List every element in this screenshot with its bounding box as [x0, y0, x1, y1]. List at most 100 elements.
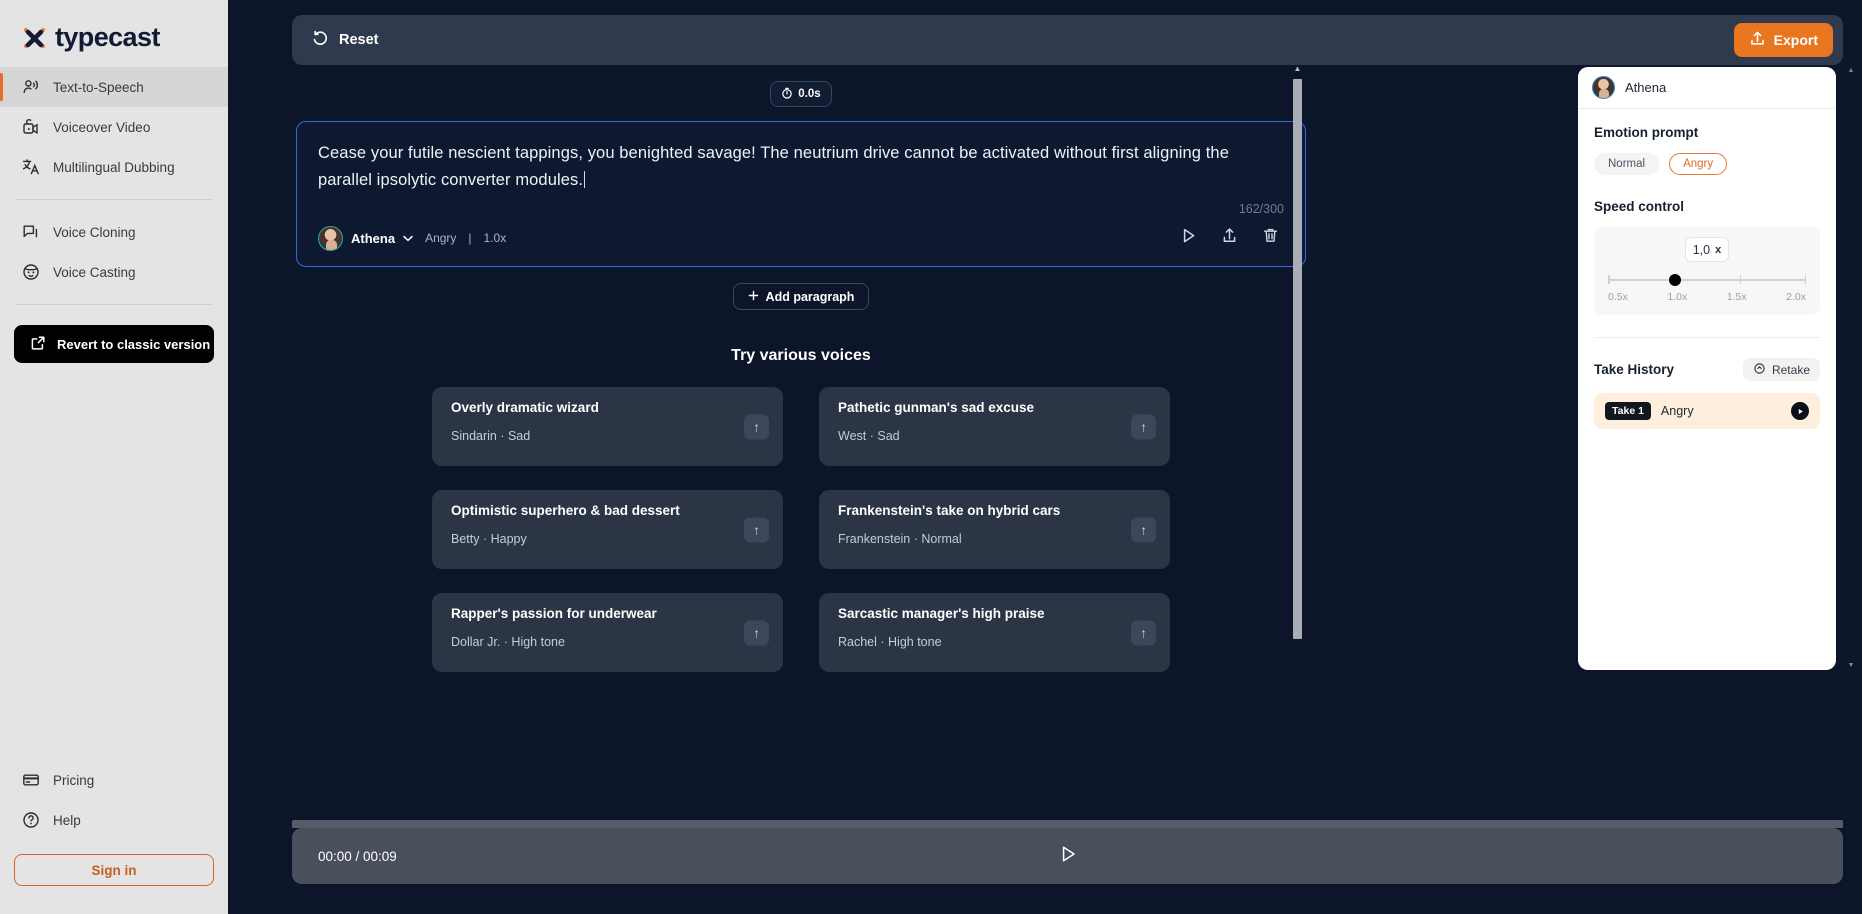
brand-logo[interactable]: typecast — [0, 0, 228, 67]
panel-scrollbar[interactable]: ▲ ▼ — [1847, 65, 1855, 673]
sidebar-label: Voice Cloning — [53, 224, 136, 240]
speed-control-label: Speed control — [1594, 199, 1685, 214]
speed-value-field[interactable]: 1,0 x — [1685, 237, 1729, 262]
voice-card-title: Frankenstein's take on hybrid cars — [838, 503, 1061, 518]
voice-card-subtitle: Rachel · High tone — [838, 635, 942, 649]
export-button[interactable]: Export — [1733, 23, 1833, 57]
paragraph-footer: Athena Angry | 1.0x — [318, 220, 1284, 256]
retake-button[interactable]: Retake — [1742, 358, 1820, 381]
voice-speed: 1.0x — [483, 231, 507, 245]
reset-label: Reset — [339, 32, 379, 48]
paragraph-text-area[interactable]: Cease your futile nescient tappings, you… — [318, 140, 1284, 194]
slider-tick-label: 2.0x — [1786, 291, 1806, 303]
take-history-header: Take History Retake — [1578, 358, 1836, 381]
timer-icon — [781, 87, 793, 102]
voice-emotion: Angry — [425, 231, 457, 245]
sidebar-item-multilingual-dubbing[interactable]: Multilingual Dubbing — [0, 147, 228, 187]
take-history-label: Take History — [1594, 362, 1675, 377]
sidebar-label: Multilingual Dubbing — [53, 159, 175, 175]
sidebar-divider-2 — [16, 304, 212, 305]
reset-button[interactable]: Reset — [311, 29, 379, 52]
take-history-item[interactable]: Take 1 Angry — [1594, 393, 1820, 429]
voice-card-subtitle: Dollar Jr. · High tone — [451, 635, 565, 649]
player-top-strip — [292, 820, 1843, 828]
slider-tick-labels: 0.5x 1.0x 1.5x 2.0x — [1608, 291, 1806, 303]
add-paragraph-wrap: Add paragraph — [292, 283, 1310, 310]
panel-voice-name: Athena — [1625, 80, 1667, 95]
sidebar-label: Pricing — [53, 772, 95, 788]
apply-voice-arrow-up-icon[interactable]: ↑ — [1131, 414, 1156, 439]
take-play-icon[interactable] — [1791, 402, 1809, 420]
typecast-logo-icon — [22, 25, 48, 51]
apply-voice-arrow-up-icon[interactable]: ↑ — [744, 517, 769, 542]
take-badge: Take 1 — [1605, 402, 1651, 420]
sign-in-button[interactable]: Sign in — [14, 854, 214, 886]
voice-suggestion-card[interactable]: Overly dramatic wizard Sindarin · Sad ↑ — [432, 387, 783, 466]
suggestions-title: Try various voices — [731, 347, 871, 364]
play-icon[interactable] — [1179, 226, 1198, 250]
voice-name: Athena — [351, 230, 396, 246]
toolbar: Reset Export — [292, 15, 1843, 65]
speed-unit: x — [1715, 243, 1722, 256]
duration-label: 0.0s — [798, 88, 821, 100]
panel-voice-header[interactable]: Athena — [1578, 67, 1836, 109]
character-counter: 162/300 — [1238, 202, 1284, 216]
chat-bubble-icon — [22, 223, 40, 241]
sidebar-divider-1 — [16, 199, 212, 200]
share-icon[interactable] — [1220, 226, 1239, 250]
sidebar-item-voice-cloning[interactable]: Voice Cloning — [0, 212, 228, 252]
main-content: Reset Export 0.0s Cease your futile nesc… — [228, 0, 1862, 914]
slider-knob[interactable] — [1668, 274, 1681, 286]
paragraph-card[interactable]: Cease your futile nescient tappings, you… — [296, 121, 1306, 267]
voice-card-title: Sarcastic manager's high praise — [838, 606, 1045, 621]
sidebar-item-voiceover-video[interactable]: Voiceover Video — [0, 107, 228, 147]
emotion-chip-row: Normal Angry — [1594, 153, 1820, 175]
player-bar: 00:00 / 00:09 — [292, 828, 1843, 884]
voice-suggestion-card[interactable]: Optimistic superhero & bad dessert Betty… — [432, 490, 783, 569]
apply-voice-arrow-up-icon[interactable]: ↑ — [1131, 620, 1156, 645]
slider-tick-label: 1.0x — [1667, 291, 1688, 303]
voice-suggestion-card[interactable]: Rapper's passion for underwear Dollar Jr… — [432, 593, 783, 672]
apply-voice-arrow-up-icon[interactable]: ↑ — [744, 414, 769, 439]
voice-card-subtitle: Frankenstein · Normal — [838, 532, 962, 546]
avatar — [318, 225, 343, 251]
voice-card-subtitle: West · Sad — [838, 429, 900, 443]
sidebar-item-text-to-speech[interactable]: Text-to-Speech — [0, 67, 228, 107]
voice-suggestion-card[interactable]: Frankenstein's take on hybrid cars Frank… — [819, 490, 1170, 569]
scroll-down-arrow-icon[interactable]: ▼ — [1847, 662, 1855, 669]
slider-tick-label: 0.5x — [1608, 291, 1628, 303]
sidebar-item-help[interactable]: Help — [0, 800, 228, 840]
refresh-icon — [1753, 362, 1766, 378]
sidebar-primary-nav: Text-to-Speech Voiceover Video Multiling… — [0, 67, 228, 363]
voice-suggestion-card[interactable]: Pathetic gunman's sad excuse West · Sad … — [819, 387, 1170, 466]
sidebar-bottom-nav: Pricing Help Sign in — [0, 760, 228, 914]
document-scrollbar[interactable]: ▲ — [1293, 65, 1302, 643]
text-caret — [584, 171, 586, 188]
question-circle-icon — [22, 811, 40, 829]
sidebar-item-pricing[interactable]: Pricing — [0, 760, 228, 800]
voice-card-title: Rapper's passion for underwear — [451, 606, 657, 621]
voice-suggestion-grid: Overly dramatic wizard Sindarin · Sad ↑ … — [432, 387, 1170, 672]
apply-voice-arrow-up-icon[interactable]: ↑ — [1131, 517, 1156, 542]
player-play-icon[interactable] — [1057, 843, 1079, 870]
add-paragraph-button[interactable]: Add paragraph — [732, 283, 870, 310]
emotion-chip-angry[interactable]: Angry — [1669, 153, 1728, 175]
trash-icon[interactable] — [1261, 226, 1280, 250]
slider-tick — [1804, 275, 1806, 284]
app-root: typecast Text-to-Speech Voiceover Video … — [0, 0, 1862, 914]
revert-to-classic-button[interactable]: Revert to classic version — [14, 325, 214, 363]
scroll-up-arrow-icon[interactable]: ▲ — [1293, 65, 1302, 73]
scroll-up-arrow-icon[interactable]: ▲ — [1847, 67, 1855, 74]
upload-icon — [1749, 30, 1766, 50]
speed-slider[interactable] — [1608, 273, 1806, 287]
voice-selector[interactable]: Athena Angry | 1.0x — [318, 225, 507, 251]
sidebar-item-voice-casting[interactable]: Voice Casting — [0, 252, 228, 292]
sidebar-label: Voiceover Video — [53, 119, 151, 135]
player-time: 00:00 / 00:09 — [318, 848, 397, 864]
scrollbar-thumb[interactable] — [1293, 79, 1302, 639]
brand-name: typecast — [55, 22, 160, 52]
voice-suggestion-card[interactable]: Sarcastic manager's high praise Rachel ·… — [819, 593, 1170, 672]
apply-voice-arrow-up-icon[interactable]: ↑ — [744, 620, 769, 645]
emotion-chip-normal[interactable]: Normal — [1594, 153, 1660, 175]
